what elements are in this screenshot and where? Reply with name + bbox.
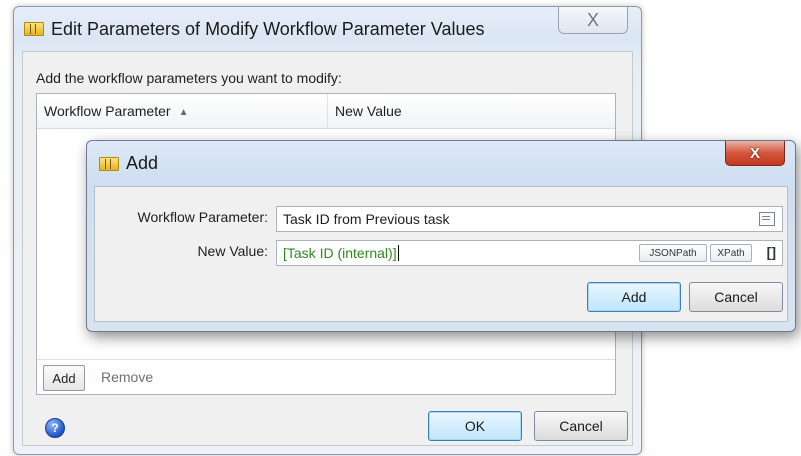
- dialog-title: Edit Parameters of Modify Workflow Param…: [51, 18, 485, 39]
- column-header-new-value[interactable]: New Value: [335, 103, 402, 119]
- add-dialog-close-button[interactable]: X: [725, 141, 785, 166]
- remove-parameter-button[interactable]: Remove: [101, 369, 153, 385]
- ok-button[interactable]: OK: [428, 411, 522, 441]
- workflow-parameter-field[interactable]: Task ID from Previous task: [276, 206, 783, 232]
- text-caret: [397, 245, 399, 261]
- app-icon: [99, 156, 119, 171]
- column-divider[interactable]: [327, 94, 328, 128]
- close-icon: X: [586, 9, 599, 30]
- add-dialog-title: Add: [126, 153, 159, 173]
- add-button[interactable]: Add: [587, 282, 681, 312]
- jsonpath-button[interactable]: JSONPath: [639, 244, 707, 262]
- sort-ascending-icon: ▲: [178, 107, 189, 118]
- workflow-parameter-value: Task ID from Previous task: [283, 211, 450, 227]
- close-icon: X: [749, 144, 760, 162]
- add-parameter-button[interactable]: Add: [43, 365, 85, 391]
- list-picker-icon[interactable]: [759, 212, 775, 226]
- table-actions: Add Remove: [37, 359, 615, 394]
- new-value-text: [Task ID (internal)]: [283, 245, 399, 261]
- add-dialog: Add X Workflow Parameter: Task ID from P…: [86, 140, 796, 332]
- cancel-button[interactable]: Cancel: [534, 411, 628, 441]
- workflow-parameter-label: Workflow Parameter:: [137, 209, 268, 225]
- variable-brackets-button[interactable]: []: [767, 244, 776, 260]
- add-dialog-title-bar: Add: [99, 153, 158, 174]
- xpath-button[interactable]: XPath: [710, 244, 752, 262]
- add-dialog-cancel-button[interactable]: Cancel: [689, 282, 783, 312]
- new-value-field[interactable]: [Task ID (internal)] JSONPath XPath []: [276, 240, 783, 266]
- help-icon[interactable]: ?: [45, 418, 65, 438]
- instruction-label: Add the workflow parameters you want to …: [36, 70, 342, 86]
- app-icon: [24, 22, 44, 36]
- new-value-label: New Value:: [197, 243, 268, 259]
- table-header: Workflow Parameter ▲ New Value: [37, 94, 615, 129]
- dialog-title-bar: Edit Parameters of Modify Workflow Param…: [24, 17, 485, 41]
- close-button[interactable]: X: [558, 7, 628, 34]
- add-dialog-body: Workflow Parameter: Task ID from Previou…: [94, 186, 788, 322]
- column-header-workflow-parameter[interactable]: Workflow Parameter ▲: [44, 103, 188, 119]
